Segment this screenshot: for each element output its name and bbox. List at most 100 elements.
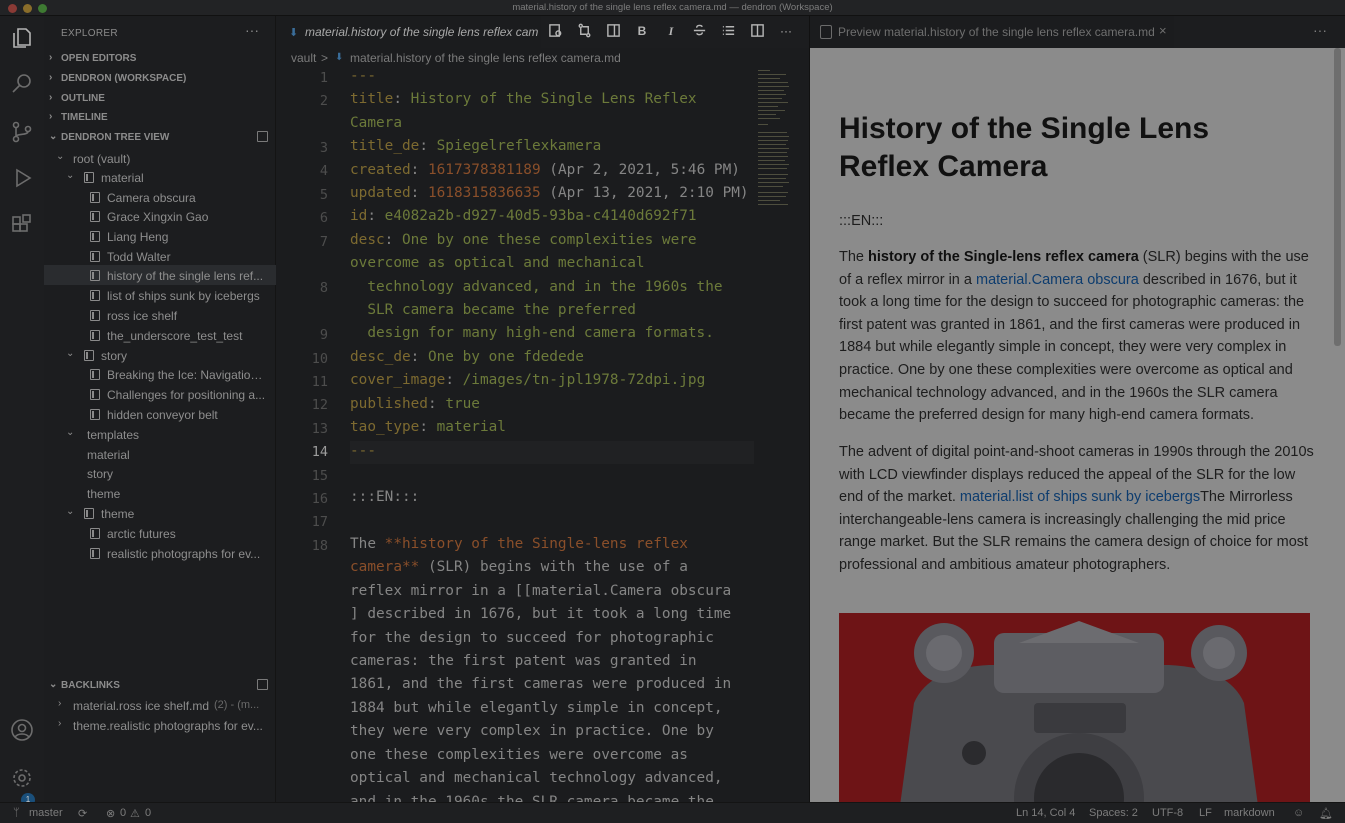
preview-side-icon[interactable] [602,20,624,42]
indentation[interactable]: Spaces: 2 [1089,807,1138,819]
line-ending[interactable]: LF [1199,807,1212,819]
split-editor-icon[interactable] [746,20,768,42]
strikethrough-icon[interactable] [688,20,710,42]
line-number-current: 14 [311,444,328,460]
sync-icon[interactable]: ⟳ [78,807,87,820]
breadcrumb-vault[interactable]: vault [291,51,316,65]
explorer-more-button[interactable]: ··· [245,22,259,38]
collapse-all-icon[interactable] [257,131,268,142]
close-tab-button[interactable]: × [1159,23,1167,38]
encoding[interactable]: UTF-8 [1152,807,1183,819]
editor-tab-active[interactable]: ⬇ material.history of the single lens re… [276,16,541,48]
account-icon[interactable] [10,718,34,742]
list-icon[interactable] [717,20,739,42]
section-dendron-tree-view[interactable]: ⌄ DENDRON TREE VIEW [44,128,276,148]
note-icon [90,548,100,559]
breadcrumb-file[interactable]: material.history of the single lens refl… [350,51,621,65]
warning-count[interactable]: 0 [145,807,151,819]
note-icon [90,389,100,400]
section-dendron-workspace[interactable]: › DENDRON (WORKSPACE) [44,69,276,89]
tree-item[interactable]: ⌄ story [44,345,276,365]
notifications-icon[interactable]: 🔔︎ [1319,807,1333,820]
italic-button[interactable]: I [660,20,682,42]
code-line: The **history of the Single-lens reflex [350,536,688,552]
preview-more-button[interactable]: ··· [1313,22,1327,38]
line-number: 2 [319,93,328,109]
branch-icon: ᛘ [13,807,20,819]
editor-more-button[interactable]: ··· [775,20,797,42]
tree-item[interactable]: Todd Walter [44,246,276,266]
markdown-file-icon: ⬇ [289,27,299,39]
tree-item[interactable]: story [44,463,276,483]
chevron-right-icon: › [49,52,53,63]
settings-gear-icon[interactable] [10,766,34,790]
files-icon[interactable] [10,26,34,50]
minimap[interactable] [758,68,792,208]
tree-item[interactable]: material [44,444,276,464]
code-line: SLR camera became the preferred [350,302,636,318]
tree-item[interactable]: hidden conveyor belt [44,404,276,424]
tree-item[interactable]: ⌄ root (vault) [44,148,276,168]
tree-item[interactable]: Liang Heng [44,226,276,246]
tree-item-selected[interactable]: history of the single lens ref... [44,265,276,285]
section-open-editors[interactable]: › OPEN EDITORS [44,49,276,69]
tree-item[interactable]: ⌄ material [44,167,276,187]
feedback-icon[interactable]: ☺ [1293,807,1304,819]
preview-scrollbar[interactable] [1334,48,1341,346]
tree-item[interactable]: realistic photographs for ev... [44,543,276,563]
tree-item[interactable]: Camera obscura [44,187,276,207]
line-number: 7 [319,234,328,250]
tree-item[interactable]: ⌄ theme [44,503,276,523]
bold-button[interactable]: B [631,20,653,42]
tree-item[interactable]: Grace Xingxin Gao [44,206,276,226]
line-number: 5 [319,187,328,203]
line-number: 18 [311,538,328,554]
title-bar: material.history of the single lens refl… [0,0,1345,16]
wiki-link[interactable]: material.Camera obscura [976,272,1139,288]
section-outline[interactable]: › OUTLINE [44,89,276,109]
error-icon: ⊗ [106,808,116,820]
note-icon [90,409,100,420]
line-number: 9 [319,327,328,343]
code-line: id: e4082a2b-d927-40d5-93ba-c4140d692f71 [350,208,697,224]
extensions-icon[interactable] [10,213,34,237]
tree-item[interactable]: Challenges for positioning a... [44,384,276,404]
code-line: --- [350,443,376,459]
source-control-icon[interactable] [10,120,34,144]
preview-tab[interactable]: Preview material.history of the single l… [810,16,1174,48]
git-branch[interactable]: master [29,807,63,819]
collapse-all-icon[interactable] [257,679,268,690]
section-timeline[interactable]: › TIMELINE [44,108,276,128]
code-line: technology advanced, and in the 1960s th… [350,279,723,295]
window-title: material.history of the single lens refl… [512,2,833,13]
code-editor[interactable]: 1 2 3 4 5 6 7 8 9 10 11 12 13 14 15 16 1… [276,68,809,802]
tree-item[interactable]: the_underscore_test_test [44,325,276,345]
section-backlinks[interactable]: ⌄ BACKLINKS [44,676,276,696]
tree-item[interactable]: theme [44,483,276,503]
note-icon [84,350,94,361]
tree-item[interactable]: ⌄ templates [44,424,276,444]
code-line: reflex mirror in a [[material.Camera obs… [350,583,732,599]
tree-item[interactable]: ross ice shelf [44,305,276,325]
language-mode[interactable]: markdown [1224,807,1275,819]
markdown-preview[interactable]: History of the Single Lens Reflex Camera… [809,48,1345,802]
search-icon[interactable] [10,72,34,96]
backlink-item[interactable]: › material.ross ice shelf.md (2) - (m... [44,695,276,715]
wiki-link[interactable]: material.list of ships sunk by icebergs [960,489,1200,505]
note-icon [90,528,100,539]
breadcrumb: vault > ⬇ material.history of the single… [276,48,809,68]
note-icon [90,211,100,222]
cursor-position[interactable]: Ln 14, Col 4 [1016,807,1075,819]
markdown-file-icon: ⬇ [335,52,344,63]
backlink-item[interactable]: › theme.realistic photographs for ev... [44,715,276,735]
compare-icon[interactable] [573,20,595,42]
open-preview-icon[interactable] [544,20,566,42]
chevron-right-icon: › [49,111,53,122]
code-line: optical and mechanical technology advanc… [350,770,723,786]
tree-item[interactable]: list of ships sunk by icebergs [44,285,276,305]
chevron-right-icon: › [49,72,53,83]
tree-item[interactable]: Breaking the Ice: Navigation... [44,364,276,384]
run-debug-icon[interactable] [10,166,34,190]
tree-item[interactable]: arctic futures [44,523,276,543]
error-count[interactable]: 0 [120,807,126,819]
